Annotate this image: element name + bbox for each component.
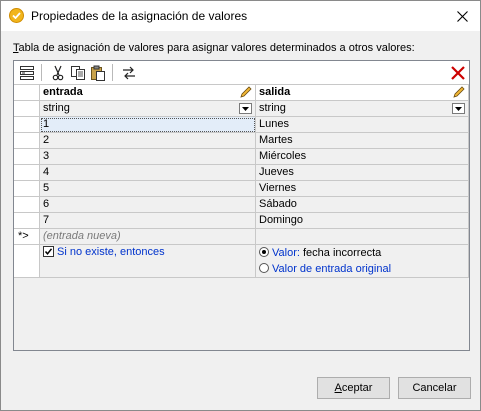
- chevron-down-icon[interactable]: [239, 103, 252, 114]
- radio-selected-icon[interactable]: [259, 247, 269, 257]
- close-icon[interactable]: [447, 5, 477, 27]
- column-header-input[interactable]: entrada: [40, 85, 256, 101]
- ok-label: ceptar: [341, 382, 373, 394]
- row-header: [14, 133, 40, 149]
- title-bar: Propiedades de la asignación de valores: [1, 1, 480, 31]
- swap-icon[interactable]: [119, 63, 139, 82]
- row-header: [14, 245, 40, 278]
- otherwise-condition-cell: Si no existe, entonces: [40, 245, 256, 278]
- new-entry-row: *> (entrada nueva): [14, 229, 469, 245]
- option-value-label: Valor:: [272, 247, 300, 259]
- checkbox-checked-icon[interactable]: [43, 246, 54, 257]
- row-header: [14, 181, 40, 197]
- otherwise-checkbox[interactable]: Si no existe, entonces: [43, 246, 165, 258]
- edit-pencil-icon[interactable]: [453, 86, 465, 100]
- input-cell[interactable]: 5: [40, 181, 256, 197]
- new-entry-output[interactable]: [256, 229, 469, 245]
- toolbar-separator: [112, 64, 113, 81]
- table-row: 7 Domingo: [14, 213, 469, 229]
- column-header-input-label: entrada: [43, 86, 83, 98]
- output-cell[interactable]: Sábado: [256, 197, 469, 213]
- table-description: Tabla de asignación de valores para asig…: [13, 42, 415, 54]
- option-original-label: Valor de entrada original: [272, 263, 392, 275]
- table-row: 2 Martes: [14, 133, 469, 149]
- otherwise-options-cell: Valor: fecha incorrecta Valor de entrada…: [256, 245, 469, 278]
- row-header: [14, 117, 40, 133]
- input-type-select[interactable]: string: [40, 101, 256, 117]
- type-row: string string: [14, 101, 469, 117]
- header-row: entrada salida: [14, 85, 469, 101]
- input-type-value: string: [43, 102, 70, 114]
- column-header-output[interactable]: salida: [256, 85, 469, 101]
- output-cell[interactable]: Domingo: [256, 213, 469, 229]
- table-row: 1 Lunes: [14, 117, 469, 133]
- row-header: [14, 197, 40, 213]
- input-cell[interactable]: 3: [40, 149, 256, 165]
- output-cell[interactable]: Martes: [256, 133, 469, 149]
- cut-icon[interactable]: [48, 63, 68, 82]
- table-row: 3 Miércoles: [14, 149, 469, 165]
- input-cell[interactable]: 2: [40, 133, 256, 149]
- new-row-marker: *>: [14, 229, 40, 245]
- option-value-radio[interactable]: Valor: fecha incorrecta: [259, 245, 468, 261]
- copy-icon[interactable]: [68, 63, 88, 82]
- ok-button[interactable]: Aceptar: [317, 377, 390, 399]
- output-type-value: string: [259, 102, 286, 114]
- table-row: 5 Viernes: [14, 181, 469, 197]
- mapforce-app-icon: [9, 8, 24, 23]
- input-cell[interactable]: 7: [40, 213, 256, 229]
- row-header: [14, 213, 40, 229]
- cancel-button[interactable]: Cancelar: [398, 377, 471, 399]
- chevron-down-icon[interactable]: [452, 103, 465, 114]
- option-value-text[interactable]: fecha incorrecta: [303, 247, 381, 259]
- row-header: [14, 149, 40, 165]
- input-cell[interactable]: 4: [40, 165, 256, 181]
- value-map-grid: entrada salida string string 1 Lunes 2 M…: [13, 60, 470, 351]
- insert-row-icon[interactable]: [17, 63, 37, 82]
- radio-unselected-icon[interactable]: [259, 263, 269, 273]
- table-row: 6 Sábado: [14, 197, 469, 213]
- column-header-output-label: salida: [259, 86, 291, 98]
- output-cell[interactable]: Jueves: [256, 165, 469, 181]
- output-cell[interactable]: Miércoles: [256, 149, 469, 165]
- new-entry-input[interactable]: (entrada nueva): [40, 229, 256, 245]
- output-type-select[interactable]: string: [256, 101, 469, 117]
- edit-pencil-icon[interactable]: [240, 86, 252, 100]
- output-cell[interactable]: Lunes: [256, 117, 469, 133]
- input-cell[interactable]: 1: [40, 117, 256, 133]
- ok-mnemonic: A: [334, 382, 342, 394]
- grid-toolbar: [14, 61, 469, 85]
- table-row: 4 Jueves: [14, 165, 469, 181]
- description-text: abla de asignación de valores para asign…: [18, 42, 415, 54]
- window-title: Propiedades de la asignación de valores: [31, 9, 248, 23]
- paste-icon[interactable]: [88, 63, 108, 82]
- value-map-dialog: Propiedades de la asignación de valores …: [0, 0, 481, 411]
- option-original-radio[interactable]: Valor de entrada original: [259, 261, 468, 277]
- delete-icon[interactable]: [448, 63, 468, 82]
- otherwise-row: Si no existe, entonces Valor: fecha inco…: [14, 245, 469, 278]
- input-cell[interactable]: 6: [40, 197, 256, 213]
- otherwise-checkbox-label: Si no existe, entonces: [57, 246, 165, 258]
- row-header: [14, 101, 40, 117]
- row-header: [14, 165, 40, 181]
- toolbar-separator: [41, 64, 42, 81]
- row-header-corner: [14, 85, 40, 101]
- output-cell[interactable]: Viernes: [256, 181, 469, 197]
